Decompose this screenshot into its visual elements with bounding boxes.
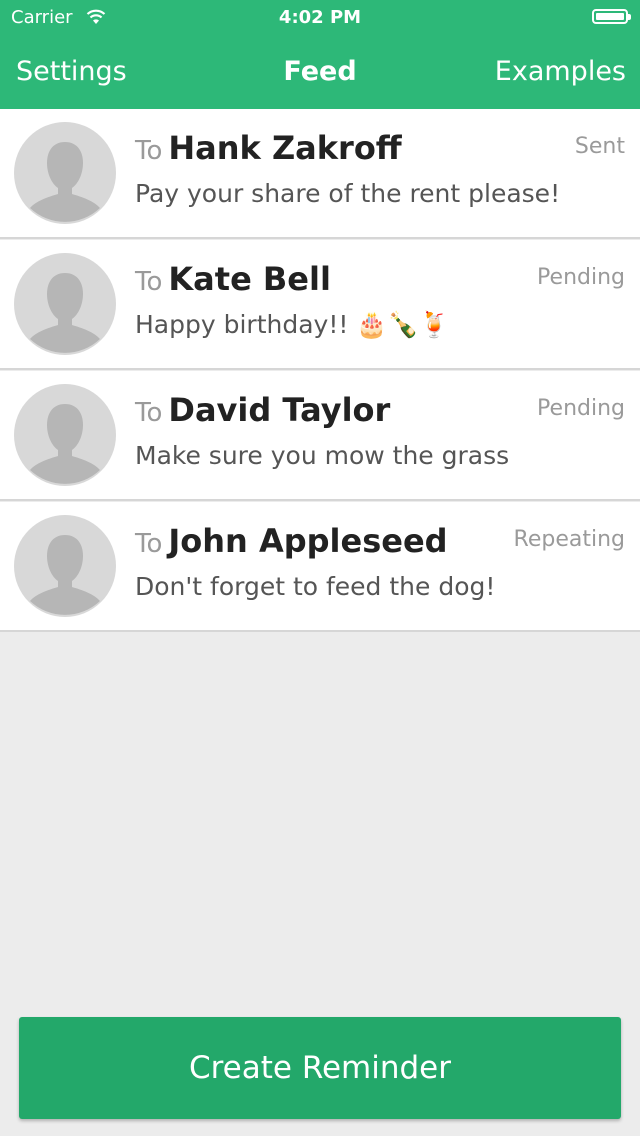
avatar — [14, 122, 116, 224]
create-reminder-button[interactable]: Create Reminder — [19, 1017, 621, 1119]
battery-icon — [592, 9, 631, 24]
person-icon — [30, 404, 100, 484]
recipient-name: Hank Zakroff — [168, 129, 402, 167]
nav-bar: Settings Feed Examples — [0, 52, 640, 96]
clock: 4:02 PM — [278, 7, 362, 28]
status-label: Repeating — [513, 527, 625, 552]
examples-button[interactable]: Examples — [495, 56, 626, 87]
to-label: To — [135, 398, 163, 428]
person-icon — [30, 535, 100, 615]
status-label: Pending — [537, 265, 625, 290]
status-label: Pending — [537, 396, 625, 421]
reminder-row[interactable]: To David Taylor Pending Make sure you mow… — [0, 371, 640, 501]
person-icon — [30, 273, 100, 353]
person-icon — [30, 142, 100, 222]
to-label: To — [135, 136, 163, 166]
reminder-list: To Hank Zakroff Sent Pay your share of th… — [0, 109, 640, 632]
recipient-name: John Appleseed — [168, 522, 448, 560]
status-bar: Carrier 4:02 PM — [0, 0, 640, 36]
status-label: Sent — [574, 134, 625, 159]
reminder-message: Pay your share of the rent please! — [135, 179, 561, 208]
to-label: To — [135, 267, 163, 297]
reminder-message: Make sure you mow the grass — [135, 441, 510, 470]
top-bar: Carrier 4:02 PM Settings Feed Examples — [0, 0, 640, 109]
reminder-row[interactable]: To John Appleseed Repeating Don't forget … — [0, 502, 640, 632]
reminder-row[interactable]: To Kate Bell Pending Happy birthday!! 🎂🍾🍹 — [0, 240, 640, 370]
avatar — [14, 515, 116, 617]
reminder-row[interactable]: To Hank Zakroff Sent Pay your share of th… — [0, 109, 640, 239]
recipient-name: Kate Bell — [168, 260, 331, 298]
avatar — [14, 253, 116, 355]
avatar — [14, 384, 116, 486]
to-label: To — [135, 529, 163, 559]
recipient-name: David Taylor — [168, 391, 391, 429]
reminder-message: Happy birthday!! 🎂🍾🍹 — [135, 310, 450, 339]
reminder-message: Don't forget to feed the dog! — [135, 572, 496, 601]
